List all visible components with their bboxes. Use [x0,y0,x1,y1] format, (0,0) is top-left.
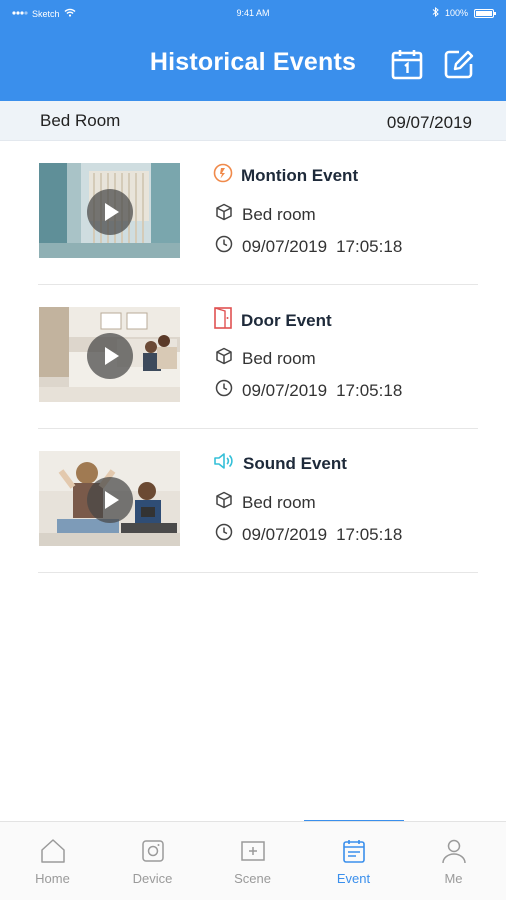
battery-percent: 100% [444,8,468,18]
event-timestamp: 09/07/2019 17:05:18 [215,523,402,546]
event-location-label: Bed room [242,348,316,368]
play-button[interactable] [87,477,133,523]
event-thumbnail[interactable] [39,307,180,402]
filter-bar: Bed Room 09/07/2019 [0,101,506,141]
event-item[interactable]: Door Event Bed room 09/07/2019 17:05:18 [38,285,478,429]
tab-device[interactable]: Device [102,822,203,900]
edit-icon[interactable] [443,48,475,80]
tab-me[interactable]: Me [403,822,504,900]
event-type-label: Door Event [241,310,332,330]
scene-icon [240,838,266,864]
clock-icon [215,523,233,546]
status-time: 9:41 AM [236,8,270,18]
calendar-icon[interactable] [391,48,423,80]
event-type: Montion Event [213,163,358,188]
page-title: Historical Events [149,48,357,76]
event-type: Door Event [213,307,332,334]
tab-label: Device [132,871,173,886]
play-button[interactable] [87,189,133,235]
tab-scene[interactable]: Scene [202,822,303,900]
tab-event[interactable]: Event [303,822,404,900]
battery-icon [474,8,496,18]
event-type-label: Montion Event [241,165,359,185]
header: Sketch 9:41 AM 100% Historical Events [0,0,506,101]
event-location-label: Bed room [242,204,316,224]
device-icon [140,838,166,864]
home-icon [40,838,66,864]
date-selector[interactable]: 09/07/2019 [387,113,472,133]
event-date: 09/07/2019 [242,236,328,256]
bluetooth-icon [432,6,439,19]
cube-icon [215,347,233,370]
cube-icon [215,203,233,226]
event-thumbnail[interactable] [39,163,180,258]
tab-label: Event [336,871,371,886]
clock-icon [215,379,233,402]
event-location: Bed room [215,347,316,370]
event-date: 09/07/2019 [242,380,328,400]
tab-home[interactable]: Home [2,822,103,900]
event-location: Bed room [215,203,316,226]
door-icon [213,307,233,334]
event-location-label: Bed room [242,492,316,512]
event-icon [341,838,367,864]
event-time: 17:05:18 [336,380,403,400]
play-button[interactable] [87,333,133,379]
event-timestamp: 09/07/2019 17:05:18 [215,379,402,402]
tab-bar: Home Device Scene Event Me [0,821,506,900]
event-location: Bed room [215,491,316,514]
event-type: Sound Event [213,451,347,476]
status-bar: Sketch 9:41 AM 100% [0,0,506,26]
sound-icon [213,451,235,476]
motion-icon [213,163,233,188]
event-date: 09/07/2019 [242,524,328,544]
clock-icon [215,235,233,258]
event-type-label: Sound Event [243,453,347,473]
room-selector[interactable]: Bed Room [40,111,120,131]
tab-label: Scene [234,871,271,886]
tab-label: Home [35,871,70,886]
user-icon [441,838,467,864]
event-time: 17:05:18 [336,236,403,256]
event-thumbnail[interactable] [39,451,180,546]
cube-icon [215,491,233,514]
event-timestamp: 09/07/2019 17:05:18 [215,235,402,258]
event-item[interactable]: Sound Event Bed room 09/07/2019 17:05:18 [38,429,478,573]
event-item[interactable]: Montion Event Bed room 09/07/2019 17:05:… [38,141,478,285]
event-time: 17:05:18 [336,524,403,544]
tab-label: Me [444,871,463,886]
